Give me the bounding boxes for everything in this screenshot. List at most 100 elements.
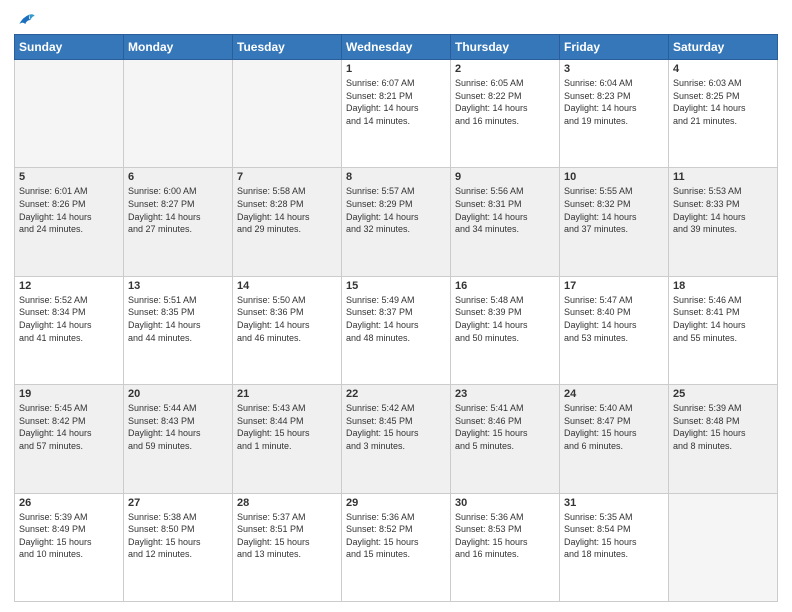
calendar-week-row: 12 Sunrise: 5:52 AM Sunset: 8:34 PM Dayli…	[15, 276, 778, 384]
calendar-week-row: 1Sunrise: 6:07 AM Sunset: 8:21 PM Daylig…	[15, 60, 778, 168]
day-info: Sunrise: 6:03 AM Sunset: 8:25 PM Dayligh…	[673, 77, 773, 127]
day-number: 27	[128, 497, 228, 509]
day-info: Sunrise: 5:38 AM Sunset: 8:50 PM Dayligh…	[128, 511, 228, 561]
day-info: Sunrise: 5:50 AM Sunset: 8:36 PM Dayligh…	[237, 294, 337, 344]
calendar-day-cell	[15, 60, 124, 168]
day-info: Sunrise: 5:44 AM Sunset: 8:43 PM Dayligh…	[128, 402, 228, 452]
day-info: Sunrise: 5:37 AM Sunset: 8:51 PM Dayligh…	[237, 511, 337, 561]
day-number: 4	[673, 63, 773, 75]
day-number: 20	[128, 388, 228, 400]
calendar-day-cell: 12 Sunrise: 5:52 AM Sunset: 8:34 PM Dayli…	[15, 276, 124, 384]
calendar-day-cell: 23 Sunrise: 5:41 AM Sunset: 8:46 PM Dayli…	[451, 385, 560, 493]
day-info: Sunrise: 5:48 AM Sunset: 8:39 PM Dayligh…	[455, 294, 555, 344]
calendar-day-cell	[124, 60, 233, 168]
calendar-day-cell: 30Sunrise: 5:36 AM Sunset: 8:53 PM Dayli…	[451, 493, 560, 601]
calendar-day-cell: 15 Sunrise: 5:49 AM Sunset: 8:37 PM Dayli…	[342, 276, 451, 384]
calendar-day-cell: 25 Sunrise: 5:39 AM Sunset: 8:48 PM Dayli…	[669, 385, 778, 493]
calendar-day-cell: 21Sunrise: 5:43 AM Sunset: 8:44 PM Dayli…	[233, 385, 342, 493]
calendar-day-cell: 5Sunrise: 6:01 AM Sunset: 8:26 PM Daylig…	[15, 168, 124, 276]
day-number: 24	[564, 388, 664, 400]
logo-bird-icon	[16, 10, 36, 30]
day-number: 8	[346, 171, 446, 183]
logo	[14, 10, 36, 26]
calendar-week-row: 26 Sunrise: 5:39 AM Sunset: 8:49 PM Dayli…	[15, 493, 778, 601]
calendar-day-cell	[669, 493, 778, 601]
calendar-day-cell: 22Sunrise: 5:42 AM Sunset: 8:45 PM Dayli…	[342, 385, 451, 493]
day-info: Sunrise: 5:51 AM Sunset: 8:35 PM Dayligh…	[128, 294, 228, 344]
day-number: 18	[673, 280, 773, 292]
day-number: 11	[673, 171, 773, 183]
day-info: Sunrise: 5:39 AM Sunset: 8:49 PM Dayligh…	[19, 511, 119, 561]
day-number: 12	[19, 280, 119, 292]
calendar-day-cell: 17Sunrise: 5:47 AM Sunset: 8:40 PM Dayli…	[560, 276, 669, 384]
calendar-day-cell: 9 Sunrise: 5:56 AM Sunset: 8:31 PM Daylig…	[451, 168, 560, 276]
calendar-day-cell: 2 Sunrise: 6:05 AM Sunset: 8:22 PM Daylig…	[451, 60, 560, 168]
day-number: 19	[19, 388, 119, 400]
day-info: Sunrise: 5:49 AM Sunset: 8:37 PM Dayligh…	[346, 294, 446, 344]
calendar-week-row: 19 Sunrise: 5:45 AM Sunset: 8:42 PM Dayli…	[15, 385, 778, 493]
calendar-day-cell	[233, 60, 342, 168]
calendar-header-wednesday: Wednesday	[342, 35, 451, 60]
day-info: Sunrise: 5:41 AM Sunset: 8:46 PM Dayligh…	[455, 402, 555, 452]
calendar-header-friday: Friday	[560, 35, 669, 60]
day-info: Sunrise: 5:36 AM Sunset: 8:52 PM Dayligh…	[346, 511, 446, 561]
day-number: 16	[455, 280, 555, 292]
day-number: 31	[564, 497, 664, 509]
day-number: 10	[564, 171, 664, 183]
day-number: 29	[346, 497, 446, 509]
calendar-day-cell: 31Sunrise: 5:35 AM Sunset: 8:54 PM Dayli…	[560, 493, 669, 601]
header	[14, 10, 778, 26]
day-number: 22	[346, 388, 446, 400]
calendar-header-tuesday: Tuesday	[233, 35, 342, 60]
day-number: 26	[19, 497, 119, 509]
day-number: 3	[564, 63, 664, 75]
calendar-header-row: SundayMondayTuesdayWednesdayThursdayFrid…	[15, 35, 778, 60]
calendar-day-cell: 7 Sunrise: 5:58 AM Sunset: 8:28 PM Daylig…	[233, 168, 342, 276]
calendar-table: SundayMondayTuesdayWednesdayThursdayFrid…	[14, 34, 778, 602]
day-number: 28	[237, 497, 337, 509]
calendar-day-cell: 11 Sunrise: 5:53 AM Sunset: 8:33 PM Dayli…	[669, 168, 778, 276]
day-info: Sunrise: 5:39 AM Sunset: 8:48 PM Dayligh…	[673, 402, 773, 452]
calendar-day-cell: 18 Sunrise: 5:46 AM Sunset: 8:41 PM Dayli…	[669, 276, 778, 384]
calendar-day-cell: 16 Sunrise: 5:48 AM Sunset: 8:39 PM Dayli…	[451, 276, 560, 384]
calendar-day-cell: 29 Sunrise: 5:36 AM Sunset: 8:52 PM Dayli…	[342, 493, 451, 601]
day-number: 14	[237, 280, 337, 292]
day-number: 23	[455, 388, 555, 400]
day-info: Sunrise: 5:55 AM Sunset: 8:32 PM Dayligh…	[564, 185, 664, 235]
calendar-day-cell: 14 Sunrise: 5:50 AM Sunset: 8:36 PM Dayli…	[233, 276, 342, 384]
day-info: Sunrise: 5:53 AM Sunset: 8:33 PM Dayligh…	[673, 185, 773, 235]
day-info: Sunrise: 6:00 AM Sunset: 8:27 PM Dayligh…	[128, 185, 228, 235]
page: SundayMondayTuesdayWednesdayThursdayFrid…	[0, 0, 792, 612]
calendar-day-cell: 4 Sunrise: 6:03 AM Sunset: 8:25 PM Daylig…	[669, 60, 778, 168]
calendar-header-sunday: Sunday	[15, 35, 124, 60]
day-info: Sunrise: 5:40 AM Sunset: 8:47 PM Dayligh…	[564, 402, 664, 452]
day-number: 17	[564, 280, 664, 292]
day-number: 9	[455, 171, 555, 183]
day-number: 25	[673, 388, 773, 400]
day-number: 5	[19, 171, 119, 183]
day-info: Sunrise: 5:57 AM Sunset: 8:29 PM Dayligh…	[346, 185, 446, 235]
calendar-day-cell: 10 Sunrise: 5:55 AM Sunset: 8:32 PM Dayli…	[560, 168, 669, 276]
calendar-day-cell: 24 Sunrise: 5:40 AM Sunset: 8:47 PM Dayli…	[560, 385, 669, 493]
day-number: 7	[237, 171, 337, 183]
calendar-day-cell: 27 Sunrise: 5:38 AM Sunset: 8:50 PM Dayli…	[124, 493, 233, 601]
logo-text	[14, 10, 36, 30]
day-info: Sunrise: 5:58 AM Sunset: 8:28 PM Dayligh…	[237, 185, 337, 235]
day-info: Sunrise: 6:07 AM Sunset: 8:21 PM Dayligh…	[346, 77, 446, 127]
calendar-week-row: 5Sunrise: 6:01 AM Sunset: 8:26 PM Daylig…	[15, 168, 778, 276]
day-number: 2	[455, 63, 555, 75]
calendar-header-thursday: Thursday	[451, 35, 560, 60]
calendar-day-cell: 1Sunrise: 6:07 AM Sunset: 8:21 PM Daylig…	[342, 60, 451, 168]
calendar-header-monday: Monday	[124, 35, 233, 60]
day-info: Sunrise: 5:46 AM Sunset: 8:41 PM Dayligh…	[673, 294, 773, 344]
calendar-header-saturday: Saturday	[669, 35, 778, 60]
day-info: Sunrise: 5:45 AM Sunset: 8:42 PM Dayligh…	[19, 402, 119, 452]
calendar-day-cell: 13 Sunrise: 5:51 AM Sunset: 8:35 PM Dayli…	[124, 276, 233, 384]
calendar-day-cell: 20 Sunrise: 5:44 AM Sunset: 8:43 PM Dayli…	[124, 385, 233, 493]
day-info: Sunrise: 6:05 AM Sunset: 8:22 PM Dayligh…	[455, 77, 555, 127]
day-number: 21	[237, 388, 337, 400]
day-info: Sunrise: 5:52 AM Sunset: 8:34 PM Dayligh…	[19, 294, 119, 344]
day-info: Sunrise: 5:56 AM Sunset: 8:31 PM Dayligh…	[455, 185, 555, 235]
day-number: 13	[128, 280, 228, 292]
day-number: 15	[346, 280, 446, 292]
